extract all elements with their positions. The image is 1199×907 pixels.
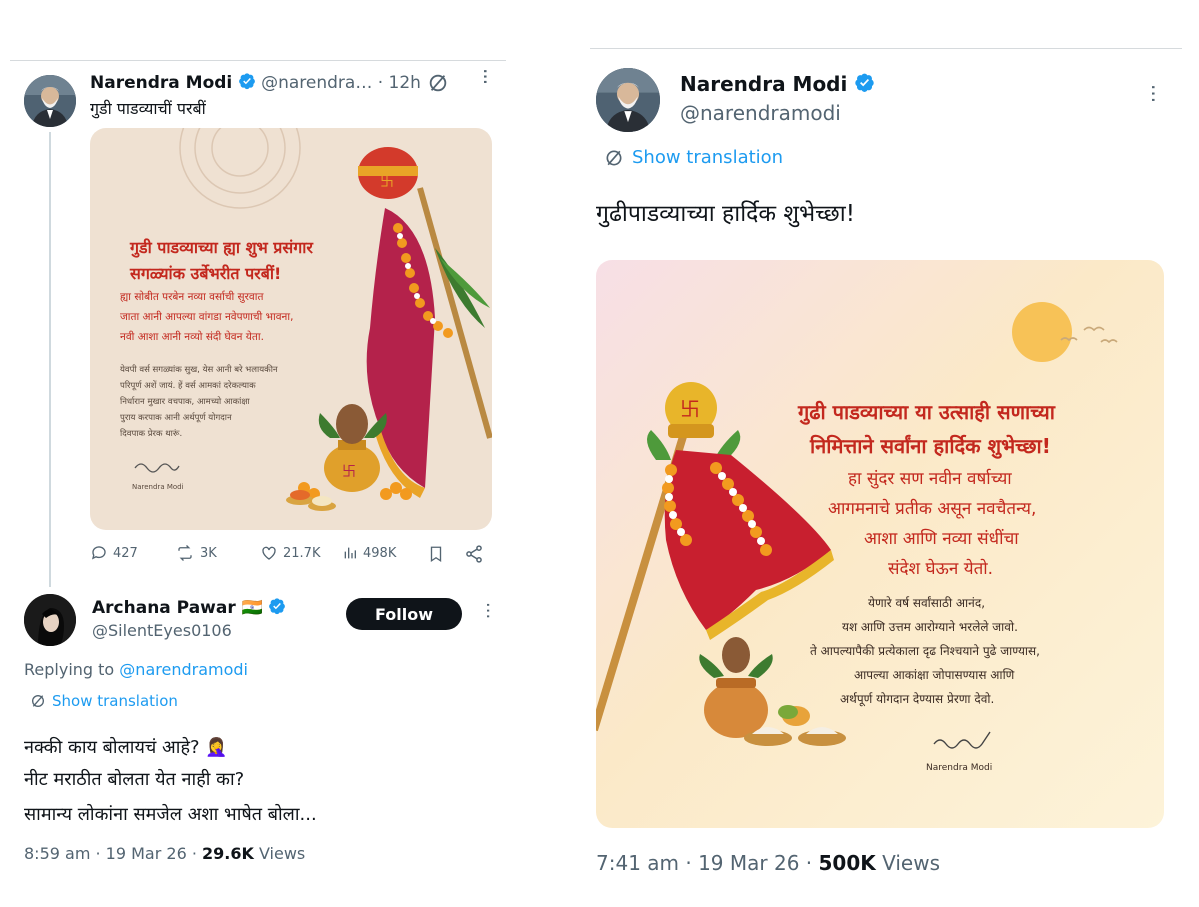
avatar[interactable] <box>24 75 76 127</box>
reply-header: Archana Pawar 🇮🇳 <box>92 597 286 618</box>
tweet-text: गुढीपाडव्याच्या हार्दिक शुभेच्छा! <box>596 201 855 227</box>
analytics-icon <box>344 547 356 559</box>
tweet-text: गुडी पाडव्याचीं परबीं <box>90 99 206 118</box>
right-top-divider <box>590 48 1182 49</box>
left-top-divider <box>10 60 506 61</box>
reply-text-line3: सामान्य लोकांना समजेल अशा भाषेत बोला... <box>24 804 317 825</box>
repost-icon <box>178 545 192 561</box>
card-para2-line4: पुराय करपाक आनी अर्थपूर्ण योगदान <box>120 413 232 423</box>
card-signature-name: Narendra Modi <box>132 483 184 491</box>
translate-icon <box>32 695 44 707</box>
share-icon[interactable] <box>464 544 484 564</box>
more-options-icon[interactable]: ··· <box>473 68 497 84</box>
card-sub-line1: हा सुंदर सण नवीन वर्षाच्या <box>848 469 1012 489</box>
svg-text:卐: 卐 <box>342 464 356 480</box>
reply-text-line1: नक्की काय बोलायचं आहे? 🤦‍♀️ <box>24 737 228 758</box>
tweet-header: Narendra Modi @narendra… · 12h <box>90 72 421 93</box>
card-headline-2: सगळ्यांक उर्बेभरीत परबीं! <box>130 264 282 283</box>
repost-count: 3K <box>200 545 217 561</box>
card-para1-line1: ह्या सोबीत परबेन नव्या वर्साची सुरवात <box>120 291 264 303</box>
reply-meta: 8:59 am · 19 Mar 26 · 29.6K Views <box>24 844 305 863</box>
avatar[interactable] <box>596 68 660 132</box>
show-translation-label: Show translation <box>52 692 178 710</box>
repost-button[interactable]: 3K <box>175 544 217 562</box>
right-tweet-meta: 7:41 am · 19 Mar 26 · 500K Views <box>596 851 940 875</box>
card-headline-1: गुडी पाडव्याच्या ह्या शुभ प्रसंगार <box>130 238 313 257</box>
tweet-image-card[interactable]: 卐 卐 गुडी पाडव्याच्या ह्या शुभ प्रसंगार स… <box>90 128 492 530</box>
handle[interactable]: @narendramodi <box>680 101 841 125</box>
translate-icon <box>606 150 622 165</box>
card-sub-line4: संदेश घेऊन येतो. <box>888 559 994 579</box>
reply-button[interactable]: 427 <box>90 544 138 562</box>
reply-views-count: 29.6K <box>202 844 254 863</box>
grok-icon[interactable] <box>427 72 449 94</box>
author-name[interactable]: Narendra Modi <box>90 73 232 93</box>
gudi-padwa-illustration: 卐 卐 <box>134 128 492 511</box>
card-sub-line2: आगमनाचे प्रतीक असून नवचैतन्य, <box>828 499 1037 519</box>
avatar-modi-image <box>596 68 660 132</box>
thread-line <box>49 132 51 587</box>
show-translation-button[interactable]: Show translation <box>604 147 783 168</box>
card-para-line1: येणारे वर्ष सर्वांसाठी आनंद, <box>868 596 986 610</box>
reply-handle[interactable]: @SilentEyes0106 <box>92 621 232 640</box>
card-headline-2: निमित्ताने सर्वांना हार्दिक शुभेच्छा! <box>810 434 1051 458</box>
card-para1-line3: नवी आशा आनी नव्यो संदी घेवन येता. <box>120 331 264 343</box>
card-para-line5: अर्थपूर्ण योगदान देण्यास प्रेरणा देवो. <box>840 692 995 706</box>
verified-badge-icon <box>269 598 286 615</box>
like-button[interactable]: 21.7K <box>260 544 320 562</box>
like-count: 21.7K <box>283 545 321 561</box>
verified-badge-icon <box>238 73 255 90</box>
avatar-modi-image <box>24 75 76 127</box>
card-signature-name: Narendra Modi <box>926 763 993 773</box>
show-translation-label: Show translation <box>632 147 784 168</box>
replying-to-prefix: Replying to <box>24 660 120 679</box>
show-translation-button[interactable]: Show translation <box>30 692 178 710</box>
more-options-icon[interactable]: ··· <box>1141 84 1165 103</box>
reply-text-line2: नीट मराठीत बोलता येत नाही का? <box>24 769 245 790</box>
reply-time-date[interactable]: 8:59 am · 19 Mar 26 · <box>24 844 202 863</box>
time-date[interactable]: 7:41 am · 19 Mar 26 · <box>596 851 819 875</box>
svg-text:卐: 卐 <box>380 174 394 190</box>
handle-time[interactable]: @narendra… · 12h <box>261 73 421 93</box>
views-count: 498K <box>363 545 397 561</box>
views-label: Views <box>875 851 940 875</box>
heart-icon <box>262 546 276 560</box>
avatar-archana-image <box>24 594 76 646</box>
card-headline-1: गुढी पाडव्याच्या या उत्साही सणाच्या <box>798 400 1055 424</box>
card-para-line4: आपल्या आकांक्षा जोपासण्यास आणि <box>854 668 1015 682</box>
replying-to-link[interactable]: @narendramodi <box>119 660 248 679</box>
card-para2-line2: परिपूर्ण अशें जायं. हें वर्स आमकां दरेकल… <box>120 381 256 391</box>
more-options-icon[interactable]: ··· <box>477 602 498 619</box>
follow-button[interactable]: Follow <box>346 598 462 630</box>
card-para2-line1: येवपी वर्स सगळ्यांक सुख, येस आनी बरे भला… <box>120 365 278 375</box>
reply-avatar[interactable] <box>24 594 76 646</box>
bookmark-icon[interactable] <box>427 544 445 564</box>
card-para2-line3: निर्धारान मुखार वचपाक, आमच्यो आकांक्षा <box>120 397 250 407</box>
views-count: 500K <box>818 851 876 875</box>
card-para-line3: ते आपल्यापैकी प्रत्येकाला दृढ निश्चयाने … <box>810 644 1040 658</box>
verified-badge-icon <box>855 73 874 92</box>
reply-icon <box>91 546 106 560</box>
card-para2-line5: दिवपाक प्रेरक थारूं. <box>120 429 183 439</box>
replying-to-line: Replying to @narendramodi <box>24 660 248 679</box>
reply-views-label: Views <box>253 844 306 863</box>
card-para1-line2: जाता आनी आपल्या वांगडा नवेपणाची भावना, <box>120 311 294 323</box>
card-sub-line3: आशा आणि नव्या संधींचा <box>864 529 1019 549</box>
tweet-image-card[interactable]: 卐 गुढी पाडव्याच्या या उत्साही सणाच्या नि… <box>596 260 1164 828</box>
right-tweet-header: Narendra Modi <box>680 72 875 96</box>
author-name[interactable]: Narendra Modi <box>680 72 847 96</box>
reply-count: 427 <box>113 545 138 561</box>
card-para-line2: यश आणि उत्तम आरोग्याने भरलेले जावो. <box>842 620 1018 634</box>
views-button[interactable]: 498K <box>342 544 396 562</box>
reply-author-name[interactable]: Archana Pawar 🇮🇳 <box>92 598 263 618</box>
svg-text:卐: 卐 <box>680 397 700 421</box>
